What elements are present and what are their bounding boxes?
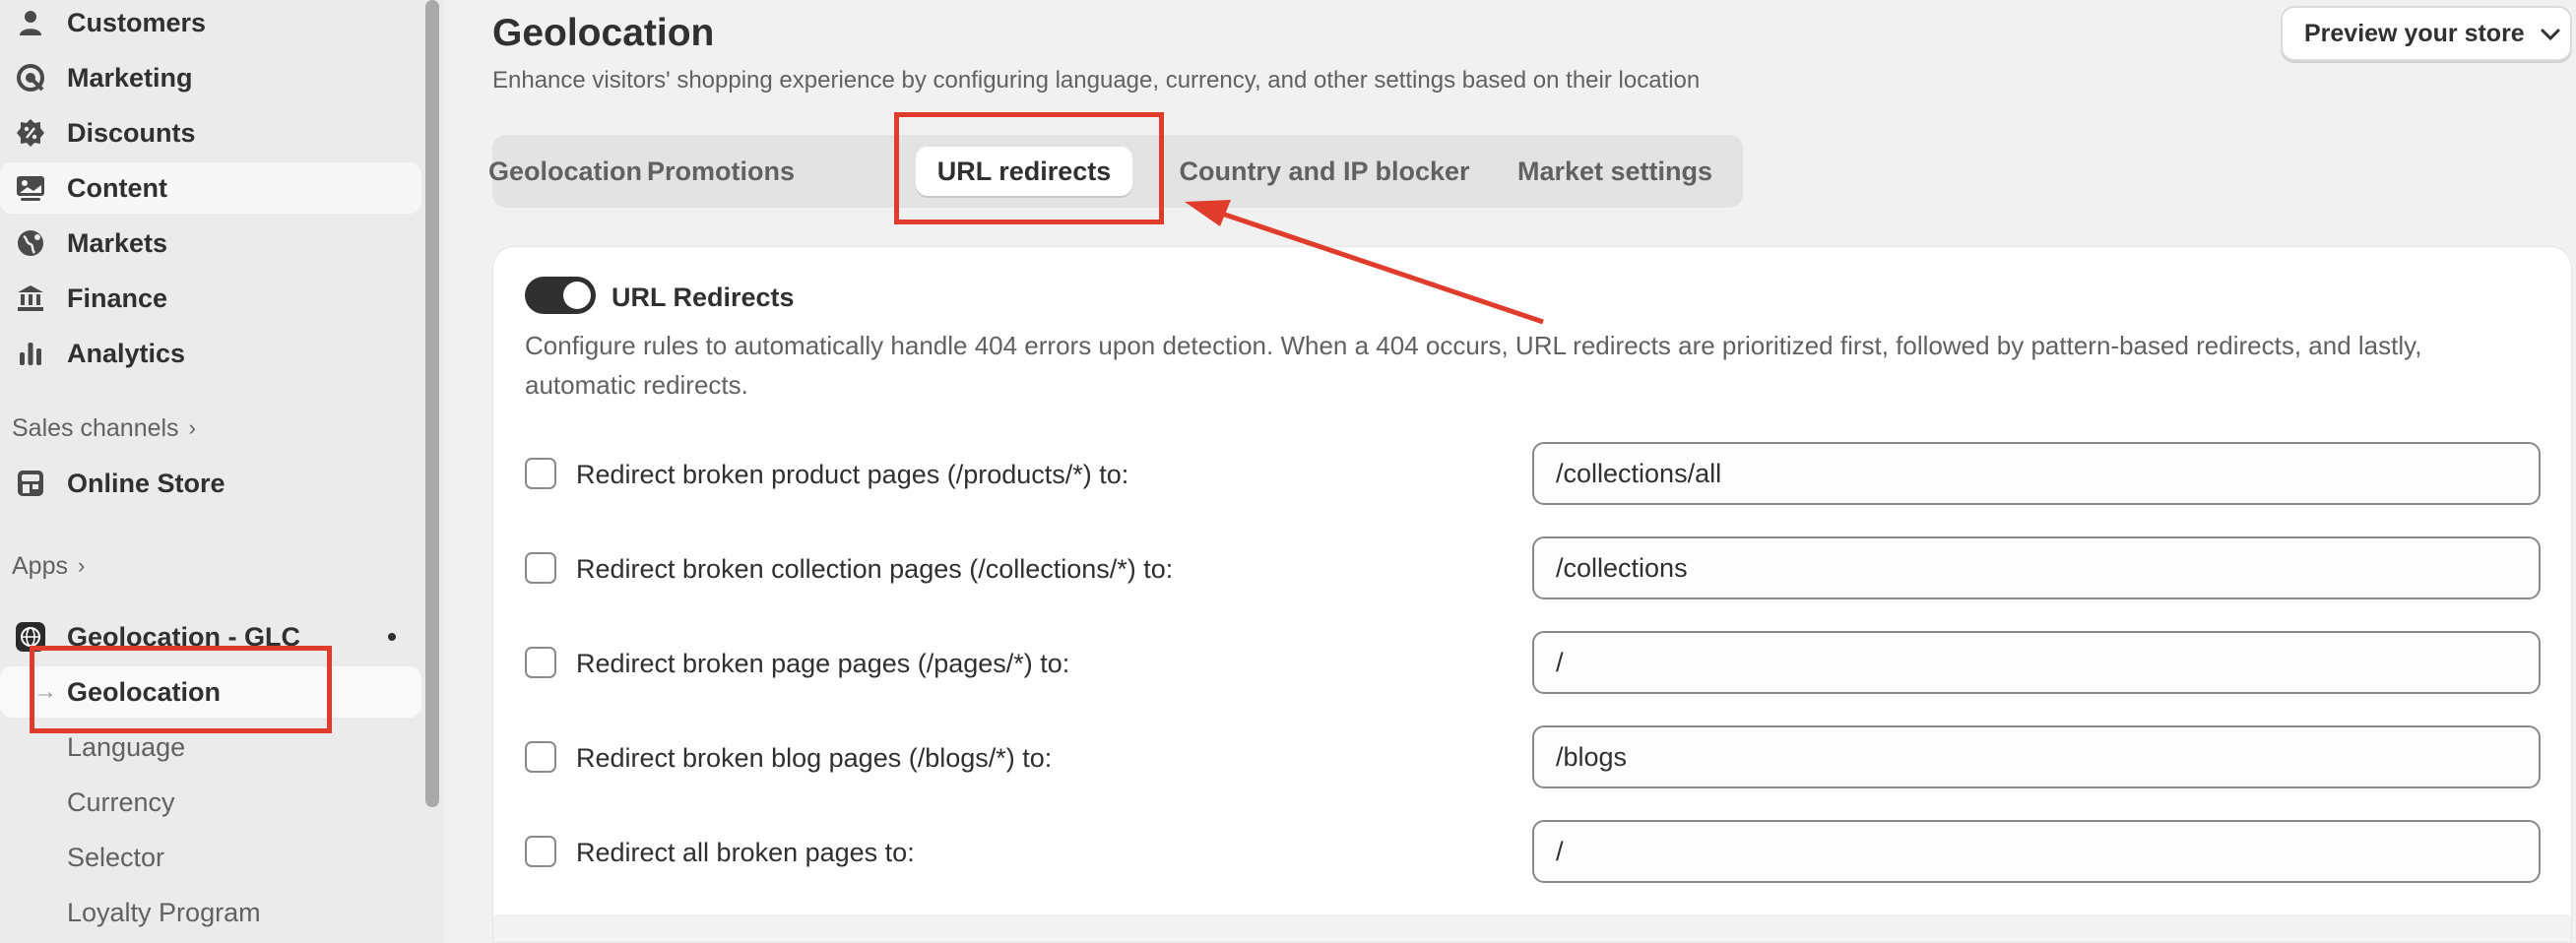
annotation-arrow: [1185, 200, 1544, 325]
